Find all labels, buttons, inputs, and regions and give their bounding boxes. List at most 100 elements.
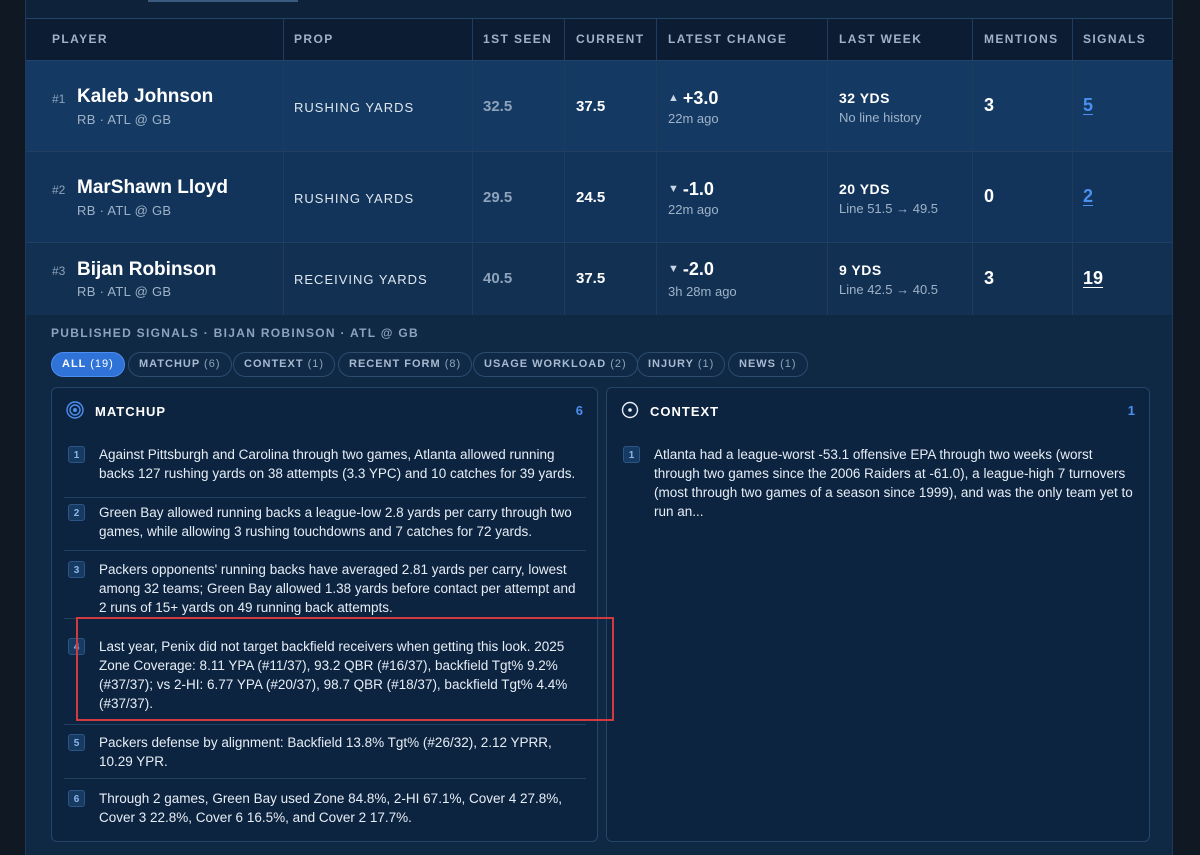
table-row[interactable]: #2 MarShawn Lloyd RB · ATL @ GB RUSHING …	[26, 152, 1172, 243]
column-divider	[972, 152, 973, 242]
column-divider	[1072, 19, 1073, 60]
context-circle-icon	[621, 401, 639, 419]
header-prop[interactable]: PROP	[294, 19, 334, 60]
player-name[interactable]: Kaleb Johnson	[77, 86, 213, 108]
table-row[interactable]: #3 Bijan Robinson RB · ATL @ GB RECEIVIN…	[26, 243, 1172, 315]
column-divider	[1072, 152, 1073, 242]
column-divider	[283, 243, 284, 315]
signal-number: 1	[68, 446, 85, 463]
chip-context[interactable]: CONTEXT (1)	[233, 352, 336, 377]
column-divider	[564, 243, 565, 315]
last-week-yards: 9 YDS	[839, 262, 882, 278]
context-card-header[interactable]: CONTEXT 1	[607, 388, 1149, 432]
down-arrow-icon: ▼	[668, 263, 679, 275]
column-divider	[656, 61, 657, 151]
chip-news[interactable]: NEWS (1)	[728, 352, 808, 377]
mentions-count: 0	[984, 186, 995, 206]
chip-usage-workload[interactable]: USAGE WORKLOAD (2)	[473, 352, 638, 377]
column-divider	[656, 152, 657, 242]
header-mentions[interactable]: MENTIONS	[984, 19, 1059, 60]
matchup-card: MATCHUP 6 1 Against Pittsburgh and Carol…	[51, 387, 598, 842]
signal-item: 1 Against Pittsburgh and Carolina throug…	[64, 443, 586, 498]
prop-type: RECEIVING YARDS	[294, 272, 428, 287]
column-divider	[472, 152, 473, 242]
chip-recent-form[interactable]: RECENT FORM (8)	[338, 352, 473, 377]
column-divider	[972, 243, 973, 315]
chip-injury[interactable]: INJURY (1)	[637, 352, 726, 377]
last-week-yards: 32 YDS	[839, 90, 890, 106]
player-rank: #3	[52, 264, 66, 278]
column-divider	[564, 19, 565, 60]
table-row[interactable]: #1 Kaleb Johnson RB · ATL @ GB RUSHING Y…	[26, 61, 1172, 152]
signal-item: 1 Atlanta had a league-worst -53.1 offen…	[619, 443, 1141, 533]
column-divider	[1072, 61, 1073, 151]
signal-number: 5	[68, 734, 85, 751]
signals-link[interactable]: 2	[1083, 186, 1093, 207]
player-meta: RB · ATL @ GB	[77, 112, 172, 127]
last-week-line: Line 51.5 → 49.5	[839, 201, 939, 216]
column-divider	[283, 152, 284, 242]
change-value: -1.0	[682, 179, 714, 199]
first-seen-value: 40.5	[483, 270, 513, 287]
signals-link[interactable]: 5	[1083, 95, 1093, 116]
first-seen-value: 32.5	[483, 98, 513, 115]
matchup-card-header[interactable]: MATCHUP 6	[52, 388, 597, 432]
header-player[interactable]: PLAYER	[52, 19, 108, 60]
column-divider	[283, 19, 284, 60]
signal-item: 5 Packers defense by alignment: Backfiel…	[64, 725, 586, 779]
signals-link[interactable]: 19	[1083, 268, 1103, 289]
column-divider	[564, 61, 565, 151]
column-divider	[283, 61, 284, 151]
last-week-line: Line 42.5 → 40.5	[839, 282, 939, 297]
signal-number: 6	[68, 790, 85, 807]
column-divider	[472, 61, 473, 151]
signal-text: Green Bay allowed running backs a league…	[99, 505, 572, 539]
header-last-week[interactable]: LAST WEEK	[839, 19, 922, 60]
top-tab-indicator	[148, 0, 298, 2]
signal-number: 2	[68, 504, 85, 521]
signal-text: Against Pittsburgh and Carolina through …	[99, 447, 576, 481]
matchup-card-title: MATCHUP	[95, 404, 167, 419]
signal-number: 3	[68, 561, 85, 578]
highlight-box	[76, 617, 614, 721]
signal-text: Through 2 games, Green Bay used Zone 84.…	[99, 791, 563, 825]
column-divider	[972, 61, 973, 151]
change-time: 22m ago	[668, 202, 719, 217]
first-seen-value: 29.5	[483, 189, 513, 206]
header-current[interactable]: CURRENT	[576, 19, 644, 60]
column-divider	[827, 61, 828, 151]
column-divider	[656, 243, 657, 315]
last-week-line: No line history	[839, 110, 922, 125]
column-divider	[656, 19, 657, 60]
change-time: 22m ago	[668, 111, 719, 126]
left-gutter	[0, 0, 25, 855]
header-signals[interactable]: SIGNALS	[1083, 19, 1146, 60]
mentions-count: 3	[984, 268, 995, 288]
latest-change: ▼ -1.0	[668, 179, 714, 200]
up-arrow-icon: ▲	[668, 92, 679, 104]
header-latest-change[interactable]: LATEST CHANGE	[668, 19, 787, 60]
change-value: +3.0	[682, 88, 719, 108]
chip-all[interactable]: ALL (19)	[51, 352, 125, 377]
signal-item: 3 Packers opponents' running backs have …	[64, 551, 586, 619]
column-divider	[472, 19, 473, 60]
change-value: -2.0	[682, 259, 714, 279]
latest-change: ▲ +3.0	[668, 88, 718, 109]
player-rank: #2	[52, 183, 66, 197]
context-card: CONTEXT 1 1 Atlanta had a league-worst -…	[606, 387, 1150, 842]
context-card-count: 1	[1127, 403, 1135, 418]
signal-item: 2 Green Bay allowed running backs a leag…	[64, 498, 586, 551]
matchup-card-count: 6	[575, 403, 583, 418]
player-name[interactable]: Bijan Robinson	[77, 259, 216, 281]
chip-matchup[interactable]: MATCHUP (6)	[128, 352, 232, 377]
signal-text: Packers defense by alignment: Backfield …	[99, 735, 552, 769]
top-strip	[26, 0, 1172, 18]
prop-type: RUSHING YARDS	[294, 191, 415, 206]
current-value: 37.5	[576, 270, 606, 287]
header-first-seen[interactable]: 1ST SEEN	[483, 19, 552, 60]
column-divider	[1072, 243, 1073, 315]
change-time: 3h 28m ago	[668, 284, 737, 299]
player-name[interactable]: MarShawn Lloyd	[77, 177, 228, 199]
prop-type: RUSHING YARDS	[294, 100, 415, 115]
signal-number: 1	[623, 446, 640, 463]
